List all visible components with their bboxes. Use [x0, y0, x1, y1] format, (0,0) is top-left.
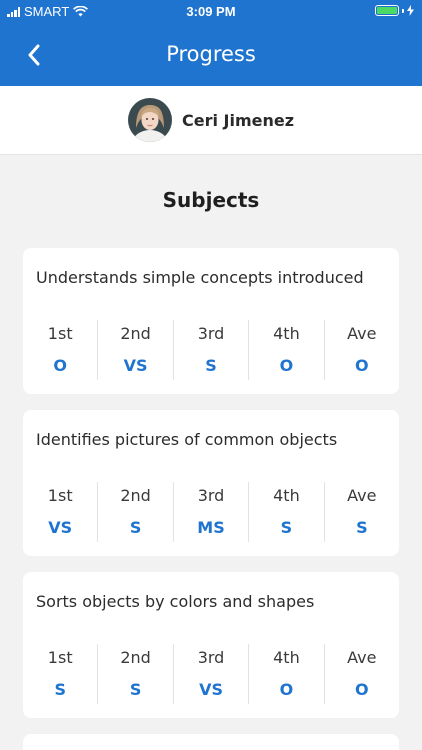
quarter-label: 4th	[273, 486, 300, 505]
grade-column: 1st VS	[23, 482, 97, 542]
grade-column: 3rd S	[172, 320, 248, 380]
battery-icon	[375, 5, 399, 16]
grade-value: S	[129, 518, 142, 537]
grade-value: O	[355, 680, 369, 699]
battery-fill	[377, 7, 397, 14]
grade-row: 1st S 2nd S 3rd VS 4th O Ave O	[23, 644, 399, 704]
charging-bolt-icon	[407, 5, 414, 16]
grade-value: S	[205, 356, 217, 375]
subject-title: Understands simple concepts introduced	[36, 268, 364, 287]
grade-column: 4th O	[248, 320, 323, 380]
grade-value: S	[129, 680, 142, 699]
page-title: Progress	[166, 42, 256, 66]
grade-value: VS	[48, 518, 73, 537]
quarter-label: 1st	[47, 324, 73, 343]
avatar-image	[127, 98, 172, 142]
grade-value: S	[356, 518, 368, 537]
grade-column: 1st O	[23, 320, 97, 380]
grade-value: VS	[123, 356, 148, 375]
grade-column: Ave O	[323, 320, 399, 380]
battery-tip	[402, 8, 404, 13]
quarter-label: Ave	[347, 324, 377, 343]
grade-value: S	[54, 680, 66, 699]
subject-card: Understands simple concepts introduced 1…	[23, 248, 399, 394]
grade-column: 2nd VS	[97, 320, 172, 380]
quarter-label: 4th	[273, 324, 300, 343]
student-name: Ceri Jimenez	[181, 110, 295, 130]
grade-column: 2nd S	[97, 644, 172, 704]
grade-column: 3rd MS	[172, 482, 248, 542]
subject-card: Sorts objects by colors and shapes 1st S…	[23, 572, 399, 718]
quarter-label: 2nd	[120, 648, 151, 667]
grade-column: 2nd S	[97, 482, 172, 542]
grade-column: 1st S	[23, 644, 97, 704]
quarter-label: Ave	[347, 486, 377, 505]
grade-value: O	[53, 356, 67, 375]
grade-column: 4th S	[248, 482, 323, 542]
quarter-label: 3rd	[197, 648, 225, 667]
quarter-label: 2nd	[120, 324, 151, 343]
status-time: 3:09 PM	[186, 4, 236, 19]
avatar	[127, 98, 172, 142]
grade-value: O	[355, 356, 369, 375]
student-profile: Ceri Jimenez	[0, 86, 422, 155]
status-bar: SMART 3:09 PM	[0, 0, 422, 24]
grade-column: 3rd VS	[172, 644, 248, 704]
quarter-label: 2nd	[120, 486, 151, 505]
section-title: Subjects	[162, 188, 260, 212]
quarter-label: 3rd	[197, 486, 225, 505]
grade-value: MS	[197, 518, 225, 537]
subject-title: Sorts objects by colors and shapes	[36, 592, 315, 611]
grade-value: S	[280, 518, 293, 537]
quarter-label: 1st	[47, 648, 73, 667]
grade-row: 1st VS 2nd S 3rd MS 4th S Ave S	[23, 482, 399, 542]
grade-value: O	[279, 680, 294, 699]
quarter-label: 4th	[273, 648, 300, 667]
status-right	[375, 5, 414, 16]
subject-card-partial	[23, 734, 399, 750]
subject-card: Identifies pictures of common objects 1s…	[23, 410, 399, 556]
grade-column: Ave S	[323, 482, 399, 542]
quarter-label: Ave	[347, 648, 377, 667]
subject-title: Identifies pictures of common objects	[36, 430, 338, 449]
grade-value: VS	[199, 680, 223, 699]
quarter-label: 1st	[47, 486, 73, 505]
grade-value: O	[279, 356, 294, 375]
nav-bar: Progress	[0, 24, 422, 86]
grade-column: Ave O	[323, 644, 399, 704]
quarter-label: 3rd	[197, 324, 225, 343]
grade-column: 4th O	[248, 644, 323, 704]
grade-row: 1st O 2nd VS 3rd S 4th O Ave O	[23, 320, 399, 380]
